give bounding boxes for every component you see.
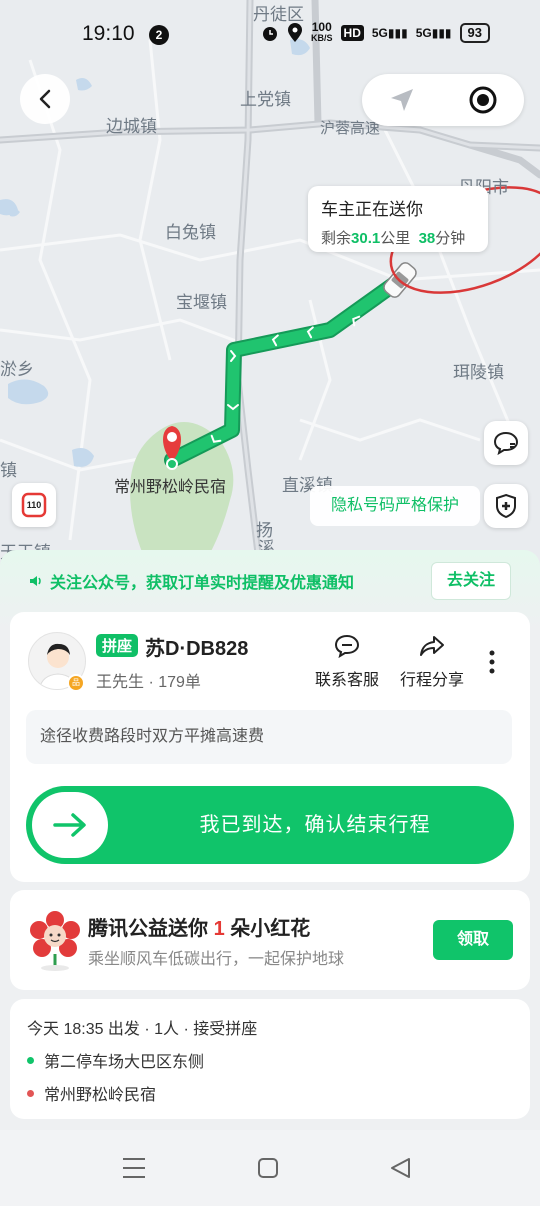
support-chat-icon [334,634,360,658]
pickup-dot [27,1056,34,1064]
claim-button[interactable]: 领取 [433,920,513,960]
eta-title: 车主正在送你 [321,200,423,219]
confirm-arrival-label: 我已到达，确认结束行程 [199,814,431,836]
signal-icon-2: 5G▮▮▮ [415,26,452,40]
map-label: 白兔镇 [165,223,216,242]
destination-map-label: 常州野松岭民宿 [114,479,227,496]
notification-count-badge: 2 [149,25,169,45]
eta-detail: 剩余30.1公里 38分钟 [321,230,466,247]
system-nav-bar [0,1130,540,1206]
speaker-icon [30,576,41,586]
share-icon [420,636,444,656]
driver-card: 品质 拼座 苏D·DB828 王先生 · 179单 联系客服 行程分享 途径收费… [10,612,530,882]
location-icon [288,23,303,42]
follow-button[interactable]: 去关注 [431,562,511,600]
contact-support-label: 联系客服 [315,672,380,689]
trip-panel: 关注公众号，获取订单实时提醒及优惠通知 去关注 品质 拼座 苏D·DB828 王… [0,550,540,1140]
back-button[interactable] [20,74,70,124]
remaining-distance: 30.1 [351,230,381,247]
shield-plus-icon [496,493,516,519]
navigate-arrow-icon[interactable] [388,86,416,114]
map-label: 淤乡 [0,360,34,379]
slider-knob[interactable] [32,792,108,858]
dropoff-row: 常州野松岭民宿 [27,1081,156,1105]
map-label: 上党镇 [240,90,291,109]
map-label: 边城镇 [106,117,157,136]
charity-promo-card: 腾讯公益送你 1 朵小红花 乘坐顺风车低碳出行，一起保护地球 领取 [10,890,530,990]
status-bar: 19:10 2 100 KB/S HD 5G▮▮▮ 5G▮▮▮ 93 [0,0,540,70]
status-icons: 100 KB/S HD 5G▮▮▮ 5G▮▮▮ 93 [261,20,490,44]
follow-banner: 关注公众号，获取订单实时提醒及优惠通知 去关注 [0,558,540,604]
menu-icon[interactable] [122,1157,146,1179]
contact-support-button[interactable]: 联系客服 [315,634,379,690]
chat-bubble-icon [493,431,519,455]
confirm-arrival-slider[interactable]: 我已到达，确认结束行程 [26,786,514,864]
quality-badge: 品质 [67,674,85,701]
arrow-right-icon [53,813,86,837]
dropoff-location: 常州野松岭民宿 [44,1087,157,1104]
remaining-time: 38 [418,230,436,247]
map-controls [362,74,524,126]
promo-subtitle: 乘坐顺风车低碳出行，一起保护地球 [88,951,345,968]
share-trip-button[interactable]: 行程分享 [400,634,464,690]
share-trip-label: 行程分享 [400,672,465,689]
map-label: 宝堰镇 [176,293,227,312]
red-flower-icon [30,911,80,971]
driver-name-orders: 王先生 · 179单 [96,674,201,691]
carpool-tag: 拼座 [96,634,139,657]
trip-info-card[interactable]: 今天 18:35 出发 · 1人 · 接受拼座 第二停车场大巴区东侧 常州野松岭… [10,999,530,1119]
privacy-notice: 隐私号码严格保护 [310,486,480,526]
net-speed: 100 KB/S [311,20,333,43]
home-icon[interactable] [257,1157,279,1179]
promo-title: 腾讯公益送你 1 朵小红花 [88,918,311,940]
clock: 19:10 [82,22,135,45]
speed-limit-button[interactable]: 110 [12,483,56,527]
signal-icon-1: 5G▮▮▮ [371,26,408,40]
map-view[interactable]: 丹徒区 上党镇 边城镇 沪蓉高速 丹阳市 白兔镇 宝堰镇 淤乡 珥陵镇 镇 直溪… [0,0,540,570]
pickup-row: 第二停车场大巴区东侧 [27,1048,204,1072]
back-arrow-icon [39,89,51,109]
more-vertical-icon [489,650,495,674]
dropoff-dot [27,1089,34,1097]
speed-limit-value: 110 [26,500,42,510]
trip-meta: 今天 18:35 出发 · 1人 · 接受拼座 [27,1021,258,1038]
back-nav-icon[interactable] [389,1157,411,1179]
license-plate: 苏D·DB828 [145,638,249,660]
follow-text: 关注公众号，获取订单实时提醒及优惠通知 [50,575,355,592]
chat-button[interactable] [484,421,528,465]
safety-button[interactable] [484,484,528,528]
pickup-location: 第二停车场大巴区东侧 [44,1054,205,1071]
hd-icon: HD [340,25,364,41]
toll-notice: 途径收费路段时双方平摊高速费 [26,710,512,764]
more-options-button[interactable] [488,650,496,679]
alarm-icon [263,27,278,41]
map-label: 珥陵镇 [453,363,504,382]
map-label: 镇 [0,461,17,480]
battery-indicator: 93 [459,23,490,43]
recenter-target-icon[interactable] [467,84,499,116]
eta-bubble: 车主正在送你 剩余30.1公里 38分钟 [308,186,488,252]
